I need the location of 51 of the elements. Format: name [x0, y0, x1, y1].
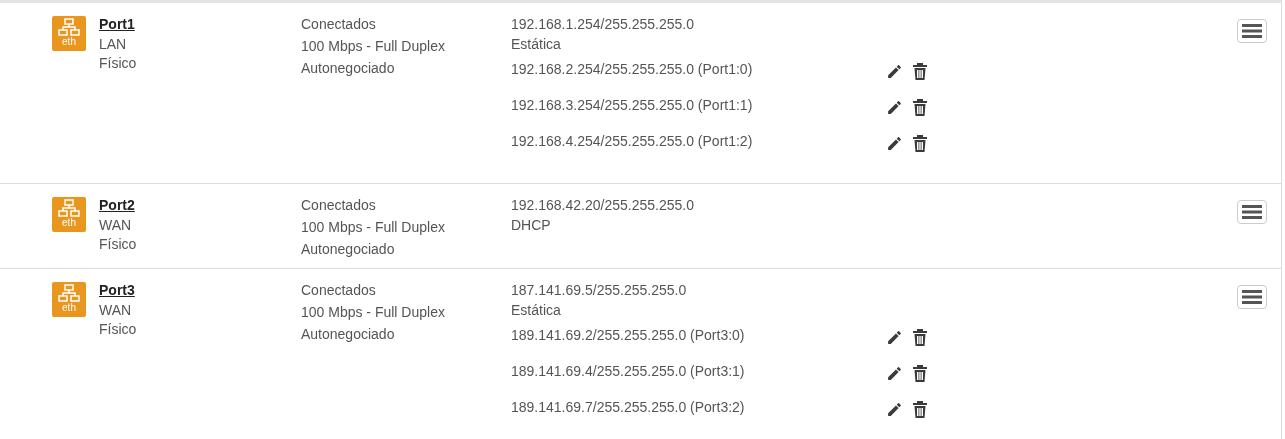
- menu-icon: [1242, 24, 1262, 38]
- edit-icon[interactable]: [886, 99, 903, 116]
- status-text: Conectados: [301, 15, 376, 34]
- ip-address: 192.168.42.20/255.255.255.0: [511, 196, 694, 215]
- port-name-link[interactable]: Port2: [99, 195, 135, 215]
- edit-icon[interactable]: [886, 63, 903, 80]
- alias-address: 189.141.69.4/255.255.255.0 (Port3:1): [511, 362, 746, 381]
- port-name-link[interactable]: Port3: [99, 280, 135, 300]
- address-mode: DHCP: [511, 216, 551, 235]
- status-text: 100 Mbps - Full Duplex: [301, 37, 445, 56]
- edit-icon[interactable]: [886, 135, 903, 152]
- menu-button[interactable]: [1237, 200, 1267, 224]
- trash-icon[interactable]: [913, 329, 927, 346]
- zone-label: LAN: [99, 35, 127, 53]
- alias-address: 192.168.4.254/255.255.255.0 (Port1:2): [511, 132, 754, 151]
- trash-icon[interactable]: [913, 63, 927, 80]
- menu-button[interactable]: [1237, 285, 1267, 309]
- address-mode: Estática: [511, 35, 561, 54]
- type-label: Físico: [99, 320, 137, 339]
- type-label: Físico: [99, 235, 137, 254]
- menu-icon: [1242, 290, 1262, 304]
- ethernet-port-icon: eth: [52, 282, 86, 317]
- status-text: Autonegociado: [301, 59, 395, 78]
- zone-label: WAN: [99, 301, 132, 319]
- ethernet-port-icon: eth: [52, 197, 86, 232]
- type-label: Físico: [99, 54, 137, 73]
- alias-address: 189.141.69.7/255.255.255.0 (Port3:2): [511, 398, 746, 417]
- trash-icon[interactable]: [913, 135, 927, 152]
- status-text: Conectados: [301, 281, 376, 300]
- edit-icon[interactable]: [886, 365, 903, 382]
- ip-address: 187.141.69.5/255.255.255.0: [511, 281, 687, 300]
- status-text: Autonegociado: [301, 325, 395, 344]
- alias-address: 189.141.69.2/255.255.255.0 (Port3:0): [511, 326, 746, 345]
- trash-icon[interactable]: [913, 401, 927, 418]
- status-text: Autonegociado: [301, 240, 395, 259]
- menu-icon: [1242, 205, 1262, 219]
- alias-address: 192.168.3.254/255.255.255.0 (Port1:1): [511, 96, 754, 115]
- alias-address: 192.168.2.254/255.255.255.0 (Port1:0): [511, 60, 754, 79]
- status-text: 100 Mbps - Full Duplex: [301, 218, 445, 237]
- edit-icon[interactable]: [886, 401, 903, 418]
- zone-label: WAN: [99, 216, 132, 234]
- port-name-link[interactable]: Port1: [99, 14, 135, 34]
- edit-icon[interactable]: [886, 329, 903, 346]
- trash-icon[interactable]: [913, 365, 927, 382]
- status-text: Conectados: [301, 196, 376, 215]
- ethernet-port-icon: eth: [52, 16, 86, 51]
- address-mode: Estática: [511, 301, 561, 320]
- status-text: 100 Mbps - Full Duplex: [301, 303, 445, 322]
- ip-address: 192.168.1.254/255.255.255.0: [511, 15, 694, 34]
- menu-button[interactable]: [1237, 19, 1267, 43]
- trash-icon[interactable]: [913, 99, 927, 116]
